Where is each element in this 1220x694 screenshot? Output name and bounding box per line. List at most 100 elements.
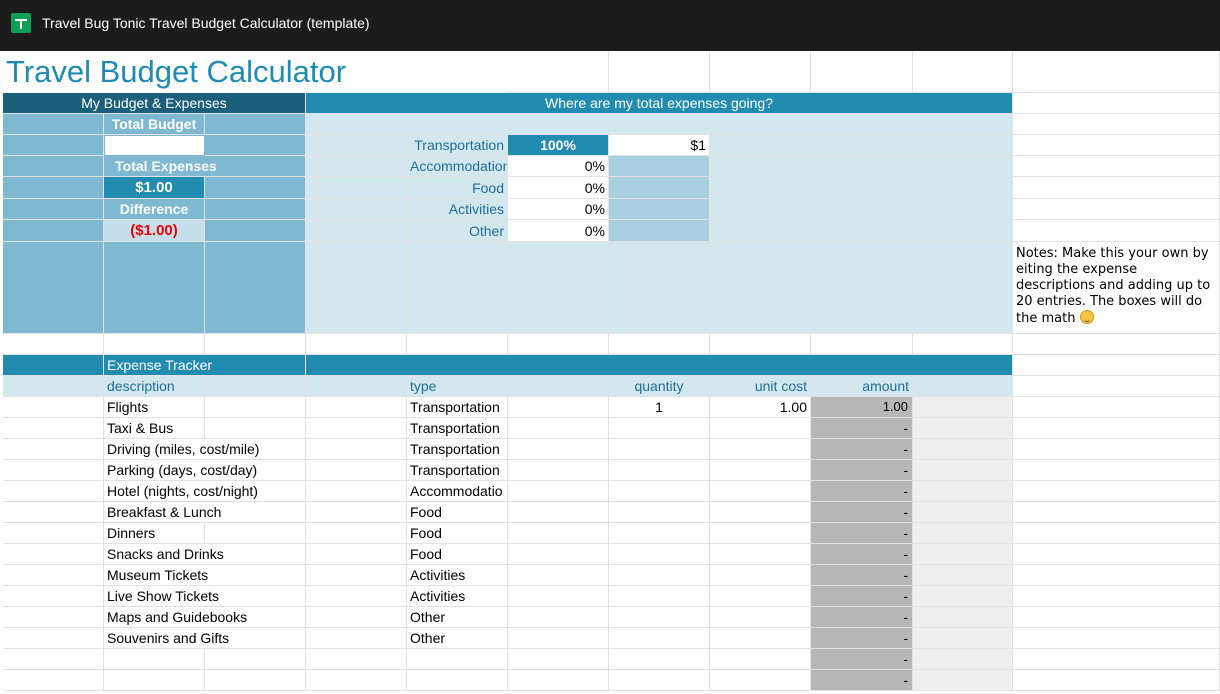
expense-quantity-cell[interactable] <box>609 544 710 565</box>
expense-unit-cost-cell[interactable] <box>710 460 811 481</box>
grid-cell[interactable] <box>205 376 306 397</box>
grid-cell[interactable] <box>1013 481 1220 502</box>
grid-cell[interactable] <box>407 242 508 334</box>
grid-cell[interactable] <box>508 460 609 481</box>
expense-type-cell[interactable]: Transportation <box>407 439 508 460</box>
grid-cell[interactable] <box>1013 586 1220 607</box>
grid-cell[interactable] <box>205 418 306 439</box>
grid-cell[interactable] <box>609 177 710 199</box>
grid-cell[interactable] <box>104 242 205 334</box>
grid-cell[interactable] <box>811 51 913 93</box>
grid-cell[interactable] <box>1013 220 1220 242</box>
expense-quantity-cell[interactable] <box>609 649 710 670</box>
grid-cell[interactable] <box>306 355 1013 376</box>
grid-cell[interactable] <box>508 334 609 355</box>
breakdown-percent-activities[interactable]: 0% <box>508 199 609 220</box>
grid-cell[interactable] <box>1013 523 1220 544</box>
grid-cell[interactable] <box>508 376 609 397</box>
grid-cell[interactable] <box>913 376 1013 397</box>
grid-cell[interactable] <box>306 607 407 628</box>
grid-cell[interactable] <box>710 135 1013 156</box>
breakdown-percent-food[interactable]: 0% <box>508 177 609 199</box>
expense-amount-cell[interactable]: - <box>811 523 913 544</box>
grid-cell[interactable] <box>3 607 104 628</box>
grid-cell[interactable] <box>508 523 609 544</box>
expense-type-cell[interactable]: Accommodatio <box>407 481 508 502</box>
grid-cell[interactable] <box>205 397 306 418</box>
grid-cell[interactable] <box>205 220 306 242</box>
breakdown-category-other[interactable]: Other <box>407 220 508 242</box>
grid-cell[interactable] <box>306 628 407 649</box>
expense-quantity-cell[interactable] <box>609 586 710 607</box>
grid-cell[interactable] <box>1013 460 1220 481</box>
grid-cell[interactable] <box>3 544 104 565</box>
expense-unit-cost-cell[interactable] <box>710 523 811 544</box>
expense-amount-cell[interactable]: - <box>811 544 913 565</box>
grid-cell[interactable] <box>306 376 407 397</box>
expense-amount-cell[interactable]: - <box>811 565 913 586</box>
expense-unit-cost-cell[interactable] <box>710 481 811 502</box>
expense-quantity-cell[interactable] <box>609 481 710 502</box>
grid-cell[interactable] <box>1013 156 1220 177</box>
grid-cell[interactable] <box>3 376 104 397</box>
grid-cell[interactable] <box>306 544 407 565</box>
grid-cell[interactable] <box>3 114 104 135</box>
expense-amount-cell[interactable]: - <box>811 460 913 481</box>
grid-cell[interactable] <box>3 199 104 220</box>
breakdown-percent-transportation[interactable]: 100% <box>508 135 609 156</box>
grid-cell[interactable] <box>508 544 609 565</box>
grid-cell[interactable] <box>913 649 1013 670</box>
expense-amount-cell[interactable]: - <box>811 628 913 649</box>
grid-cell[interactable] <box>3 565 104 586</box>
grid-cell[interactable] <box>913 439 1013 460</box>
expense-unit-cost-cell[interactable] <box>710 649 811 670</box>
expense-type-cell[interactable]: Other <box>407 607 508 628</box>
grid-cell[interactable] <box>306 649 407 670</box>
grid-cell[interactable] <box>1013 93 1220 114</box>
grid-cell[interactable] <box>306 523 407 544</box>
grid-cell[interactable] <box>1013 565 1220 586</box>
expense-type-cell[interactable]: Other <box>407 628 508 649</box>
budget-header[interactable]: My Budget & Expenses <box>3 93 306 114</box>
sheet-title[interactable]: Travel Budget Calculator <box>6 53 346 91</box>
grid-cell[interactable] <box>306 460 407 481</box>
grid-cell[interactable] <box>306 177 407 199</box>
expense-amount-cell[interactable]: - <box>811 439 913 460</box>
grid-cell[interactable] <box>913 502 1013 523</box>
expense-description-cell[interactable]: Breakfast & Lunch <box>104 502 306 523</box>
grid-cell[interactable] <box>3 586 104 607</box>
expense-amount-cell[interactable]: - <box>811 418 913 439</box>
expense-description-cell[interactable]: Hotel (nights, cost/night) <box>104 481 306 502</box>
grid-cell[interactable] <box>306 481 407 502</box>
grid-cell[interactable] <box>1013 114 1220 135</box>
grid-cell[interactable] <box>3 649 104 670</box>
expense-description-cell[interactable]: Driving (miles, cost/mile) <box>104 439 306 460</box>
expense-amount-cell[interactable]: 1.00 <box>811 397 913 418</box>
expense-type-cell[interactable]: Transportation <box>407 397 508 418</box>
grid-cell[interactable] <box>913 334 1013 355</box>
grid-cell[interactable] <box>913 607 1013 628</box>
grid-cell[interactable] <box>306 156 407 177</box>
grid-cell[interactable] <box>609 220 710 242</box>
expense-type-cell[interactable]: Activities <box>407 565 508 586</box>
grid-cell[interactable] <box>3 220 104 242</box>
grid-cell[interactable] <box>508 670 609 691</box>
grid-cell[interactable] <box>3 628 104 649</box>
expense-type-cell[interactable]: Food <box>407 544 508 565</box>
grid-cell[interactable] <box>710 242 1013 334</box>
grid-cell[interactable] <box>609 242 710 334</box>
expense-amount-cell[interactable]: - <box>811 586 913 607</box>
expense-unit-cost-cell[interactable] <box>710 565 811 586</box>
expense-unit-cost-cell[interactable] <box>710 544 811 565</box>
expense-type-cell[interactable]: Transportation <box>407 460 508 481</box>
grid-cell[interactable] <box>3 156 104 177</box>
total-expenses-value[interactable]: $1.00 <box>104 177 205 199</box>
grid-cell[interactable] <box>205 177 306 199</box>
expense-description-cell[interactable]: Flights <box>104 397 205 418</box>
grid-cell[interactable] <box>3 334 104 355</box>
breakdown-category-food[interactable]: Food <box>407 177 508 199</box>
grid-cell[interactable] <box>913 397 1013 418</box>
expense-quantity-cell[interactable] <box>609 502 710 523</box>
column-header-amount[interactable]: amount <box>811 376 913 397</box>
expense-quantity-cell[interactable] <box>609 418 710 439</box>
